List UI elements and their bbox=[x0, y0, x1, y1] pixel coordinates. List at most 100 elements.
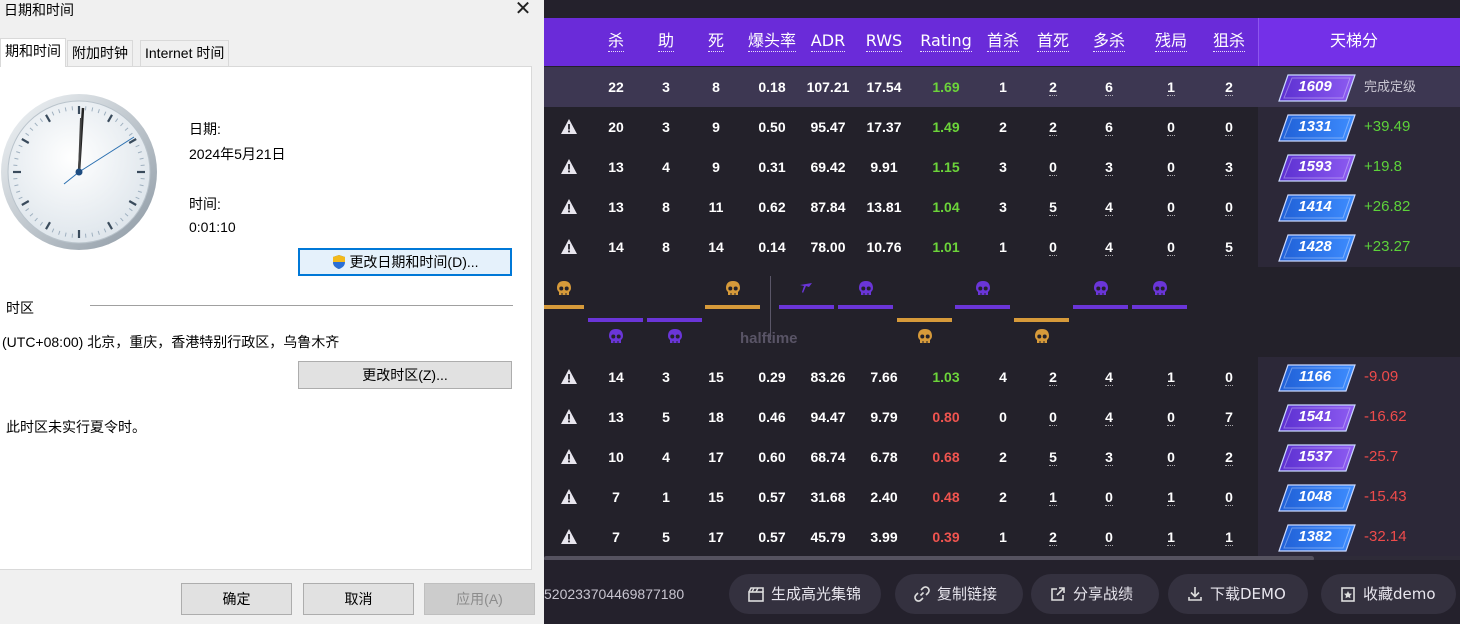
cell-first-death[interactable]: 1 bbox=[1032, 477, 1074, 517]
ok-button[interactable]: 确定 bbox=[181, 583, 292, 615]
player-row[interactable]: 13 8 11 0.62 87.84 13.81 1.04 3 5 4 0 0 1414 +26.82 bbox=[544, 187, 1460, 227]
round-bar[interactable] bbox=[1132, 305, 1187, 309]
cell-sniper[interactable]: 5 bbox=[1208, 227, 1250, 267]
cell-multikill[interactable]: 3 bbox=[1088, 437, 1130, 477]
cell-multikill[interactable]: 4 bbox=[1088, 357, 1130, 397]
cell-sniper[interactable]: 0 bbox=[1208, 357, 1250, 397]
col-rws[interactable]: RWS bbox=[859, 18, 909, 66]
round-bar[interactable] bbox=[588, 318, 643, 322]
round-bar[interactable] bbox=[779, 305, 834, 309]
cell-sniper[interactable]: 7 bbox=[1208, 397, 1250, 437]
change-date-time-button[interactable]: 更改日期和时间(D)... bbox=[298, 248, 512, 276]
cell-sniper[interactable]: 3 bbox=[1208, 147, 1250, 187]
elo-badge[interactable]: 1166 bbox=[1278, 364, 1356, 392]
elo-badge[interactable]: 1048 bbox=[1278, 484, 1356, 512]
col-headshot[interactable]: 爆头率 bbox=[742, 18, 802, 66]
player-row[interactable]: 14 3 15 0.29 83.26 7.66 1.03 4 2 4 1 0 1166 -9.09 bbox=[544, 357, 1460, 397]
elo-badge[interactable]: 1428 bbox=[1278, 234, 1356, 262]
tab-internet-time[interactable]: Internet 时间 bbox=[140, 40, 230, 66]
cell-multikill[interactable]: 3 bbox=[1088, 147, 1130, 187]
share-stats-button[interactable]: 分享战绩 bbox=[1031, 574, 1159, 614]
cancel-button[interactable]: 取消 bbox=[303, 583, 414, 615]
cell-clutch[interactable]: 1 bbox=[1150, 477, 1192, 517]
col-rating[interactable]: Rating bbox=[918, 18, 974, 66]
cell-first-death[interactable]: 0 bbox=[1032, 397, 1074, 437]
player-row[interactable]: 13 5 18 0.46 94.47 9.79 0.80 0 0 4 0 7 1541 -16.62 bbox=[544, 397, 1460, 437]
col-sniper[interactable]: 狙杀 bbox=[1208, 18, 1250, 66]
cell-multikill[interactable]: 6 bbox=[1088, 107, 1130, 147]
cell-sniper[interactable]: 0 bbox=[1208, 107, 1250, 147]
favorite-demo-button[interactable]: 收藏demo bbox=[1321, 574, 1456, 614]
cell-first-death[interactable]: 2 bbox=[1032, 357, 1074, 397]
cell-first-death[interactable]: 0 bbox=[1032, 147, 1074, 187]
round-bar[interactable] bbox=[838, 305, 893, 309]
elo-badge[interactable]: 1593 bbox=[1278, 154, 1356, 182]
cell-first-death[interactable]: 5 bbox=[1032, 187, 1074, 227]
warning-icon[interactable] bbox=[560, 408, 578, 425]
tab-date-time[interactable]: 期和时间 bbox=[0, 38, 66, 67]
cell-first-death[interactable]: 2 bbox=[1032, 517, 1074, 557]
col-clutch[interactable]: 残局 bbox=[1150, 18, 1192, 66]
cell-sniper[interactable]: 0 bbox=[1208, 187, 1250, 227]
col-first-death[interactable]: 首死 bbox=[1032, 18, 1074, 66]
round-bar[interactable] bbox=[955, 305, 1010, 309]
elo-badge[interactable]: 1331 bbox=[1278, 114, 1356, 142]
elo-badge[interactable]: 1414 bbox=[1278, 194, 1356, 222]
round-bar[interactable] bbox=[705, 305, 760, 309]
warning-icon[interactable] bbox=[560, 528, 578, 545]
col-adr[interactable]: ADR bbox=[804, 18, 852, 66]
cell-first-death[interactable]: 0 bbox=[1032, 227, 1074, 267]
player-row[interactable]: 13 4 9 0.31 69.42 9.91 1.15 3 0 3 0 3 1593 +19.8 bbox=[544, 147, 1460, 187]
cell-clutch[interactable]: 1 bbox=[1150, 517, 1192, 557]
cell-sniper[interactable]: 0 bbox=[1208, 477, 1250, 517]
cell-multikill[interactable]: 4 bbox=[1088, 187, 1130, 227]
tab-additional-clocks[interactable]: 附加时钟 bbox=[67, 40, 133, 66]
generate-highlights-button[interactable]: 生成高光集锦 bbox=[729, 574, 881, 614]
warning-icon[interactable] bbox=[560, 448, 578, 465]
round-bar[interactable] bbox=[897, 318, 952, 322]
cell-multikill[interactable]: 4 bbox=[1088, 397, 1130, 437]
elo-badge[interactable]: 1541 bbox=[1278, 404, 1356, 432]
cell-first-death[interactable]: 2 bbox=[1032, 107, 1074, 147]
copy-link-button[interactable]: 复制链接 bbox=[895, 574, 1023, 614]
player-row[interactable]: 14 8 14 0.14 78.00 10.76 1.01 1 0 4 0 5 1428 +23.27 bbox=[544, 227, 1460, 267]
col-first-kill[interactable]: 首杀 bbox=[982, 18, 1024, 66]
round-bar[interactable] bbox=[647, 318, 702, 322]
round-bar[interactable] bbox=[1073, 305, 1128, 309]
col-deaths[interactable]: 死 bbox=[696, 18, 736, 66]
warning-icon[interactable] bbox=[560, 118, 578, 135]
cell-clutch[interactable]: 0 bbox=[1150, 397, 1192, 437]
cell-first-death[interactable]: 2 bbox=[1032, 67, 1074, 107]
cell-multikill[interactable]: 6 bbox=[1088, 67, 1130, 107]
cell-clutch[interactable]: 0 bbox=[1150, 187, 1192, 227]
player-row[interactable]: 10 4 17 0.60 68.74 6.78 0.68 2 5 3 0 2 1537 -25.7 bbox=[544, 437, 1460, 477]
apply-button[interactable]: 应用(A) bbox=[424, 583, 535, 615]
cell-clutch[interactable]: 0 bbox=[1150, 437, 1192, 477]
cell-clutch[interactable]: 0 bbox=[1150, 147, 1192, 187]
cell-multikill[interactable]: 0 bbox=[1088, 477, 1130, 517]
cell-clutch[interactable]: 1 bbox=[1150, 67, 1192, 107]
player-row[interactable]: 20 3 9 0.50 95.47 17.37 1.49 2 2 6 0 0 1331 +39.49 bbox=[544, 107, 1460, 147]
round-bar[interactable] bbox=[544, 305, 584, 309]
close-icon[interactable]: ✕ bbox=[510, 0, 536, 20]
elo-badge[interactable]: 1537 bbox=[1278, 444, 1356, 472]
cell-clutch[interactable]: 1 bbox=[1150, 357, 1192, 397]
warning-icon[interactable] bbox=[560, 158, 578, 175]
change-timezone-button[interactable]: 更改时区(Z)... bbox=[298, 361, 512, 389]
elo-badge[interactable]: 1382 bbox=[1278, 524, 1356, 552]
round-bar[interactable] bbox=[1014, 318, 1069, 322]
cell-sniper[interactable]: 2 bbox=[1208, 437, 1250, 477]
cell-sniper[interactable]: 1 bbox=[1208, 517, 1250, 557]
cell-sniper[interactable]: 2 bbox=[1208, 67, 1250, 107]
cell-clutch[interactable]: 0 bbox=[1150, 227, 1192, 267]
cell-multikill[interactable]: 4 bbox=[1088, 227, 1130, 267]
download-demo-button[interactable]: 下载DEMO bbox=[1168, 574, 1308, 614]
cell-multikill[interactable]: 0 bbox=[1088, 517, 1130, 557]
warning-icon[interactable] bbox=[560, 198, 578, 215]
warning-icon[interactable] bbox=[560, 488, 578, 505]
elo-badge[interactable]: 1609 bbox=[1278, 74, 1356, 102]
col-multikill[interactable]: 多杀 bbox=[1088, 18, 1130, 66]
warning-icon[interactable] bbox=[560, 368, 578, 385]
col-assists[interactable]: 助 bbox=[646, 18, 686, 66]
cell-clutch[interactable]: 0 bbox=[1150, 107, 1192, 147]
